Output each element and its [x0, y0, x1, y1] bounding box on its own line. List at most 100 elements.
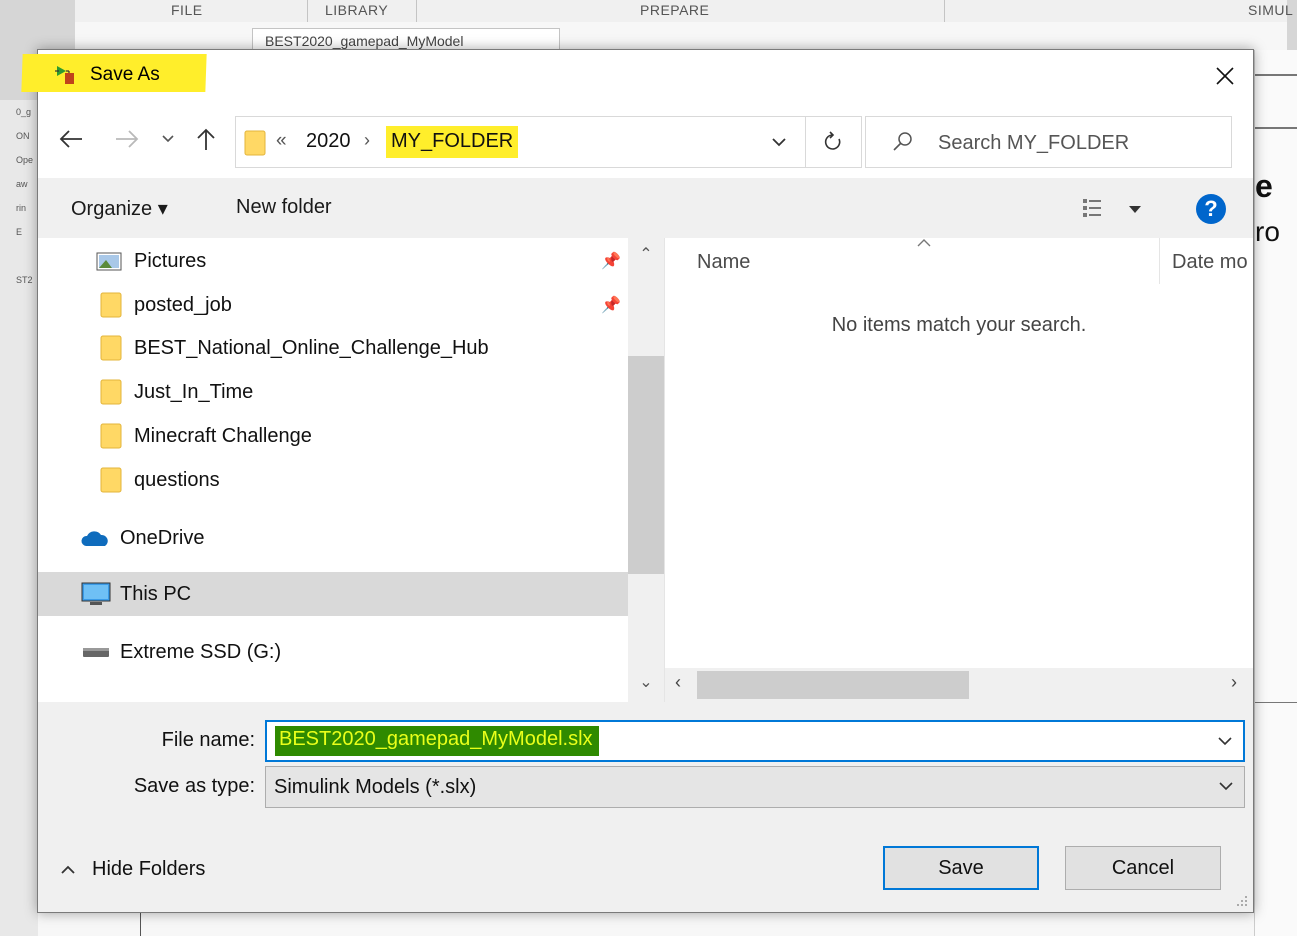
title-bar: Save As	[21, 50, 1253, 106]
pictures-icon	[96, 252, 122, 271]
bg-left-fragment: 0_g	[16, 107, 32, 117]
column-separator[interactable]	[1159, 238, 1160, 284]
column-name[interactable]: Name	[697, 251, 750, 274]
search-icon	[893, 132, 912, 151]
scroll-right-arrow-icon[interactable]: ›	[1231, 672, 1237, 693]
address-bar[interactable]: « 2020 › MY_FOLDER	[235, 116, 806, 168]
save-as-dialog: Save As « 2020 › MY_FOLDER Search MY_FOL…	[21, 49, 1254, 913]
bg-text-fragment: ro	[1255, 216, 1280, 247]
up-button[interactable]	[191, 124, 221, 154]
navigation-row: « 2020 › MY_FOLDER	[38, 106, 1253, 178]
save-type-dropdown[interactable]	[1208, 767, 1244, 805]
sort-ascending-icon	[917, 239, 931, 247]
folder-icon	[244, 130, 266, 156]
nav-pane-scrollbar[interactable]: ⌃ ⌄	[628, 238, 664, 702]
cancel-button[interactable]: Cancel	[1065, 846, 1221, 890]
breadcrumb-separator[interactable]: ›	[364, 130, 370, 151]
scroll-up-arrow-icon[interactable]: ⌃	[628, 244, 664, 274]
bg-rule	[1255, 74, 1297, 76]
nav-item-posted-job[interactable]: posted_job 📌	[38, 283, 628, 327]
bg-left-fragment: ON	[16, 131, 30, 141]
forward-button[interactable]	[112, 124, 142, 154]
chevron-down-icon	[162, 135, 174, 143]
save-type-value: Simulink Models (*.slx)	[274, 776, 477, 798]
overflow-crumbs[interactable]: «	[276, 130, 287, 152]
bg-left-fragment: rin	[16, 203, 27, 213]
save-button[interactable]: Save	[883, 846, 1039, 890]
view-list-icon	[1083, 199, 1141, 217]
drive-icon	[83, 648, 109, 657]
hide-folders-button[interactable]: Hide Folders	[60, 858, 205, 881]
resize-grip-icon[interactable]	[1235, 894, 1249, 908]
file-name-value[interactable]: BEST2020_gamepad_MyModel.slx	[279, 728, 593, 751]
close-icon	[1216, 67, 1234, 85]
bg-ribbon-tab-prepare[interactable]: PREPARE	[640, 2, 709, 18]
bg-left-panel: 0_g ON Ope aw rin E ST2	[0, 100, 39, 936]
nav-item-minecraft-challenge[interactable]: Minecraft Challenge	[38, 414, 628, 458]
chevron-down-icon	[1218, 737, 1232, 746]
nav-item-best-national[interactable]: BEST_National_Online_Challenge_Hub	[38, 326, 628, 370]
save-type-row: Save as type: Simulink Models (*.slx)	[38, 766, 1253, 808]
bg-ribbon-tab-simul[interactable]: SIMUL	[1248, 2, 1293, 18]
forward-arrow-icon	[116, 130, 139, 148]
help-icon[interactable]: ?	[1196, 194, 1226, 224]
file-list-pane[interactable]: Name Date mo No items match your search.…	[665, 238, 1253, 702]
bg-ribbon: FILE LIBRARY PREPARE SIMUL	[75, 0, 1293, 23]
nav-item-label: Minecraft Challenge	[134, 424, 312, 447]
bg-ribbon-tab-file[interactable]: FILE	[171, 2, 203, 18]
nav-item-this-pc[interactable]: This PC	[38, 572, 628, 616]
save-type-select[interactable]: Simulink Models (*.slx)	[265, 766, 1245, 808]
pin-icon: 📌	[601, 253, 621, 270]
nav-item-label: Extreme SSD (G:)	[120, 640, 282, 663]
change-view-button[interactable]	[1081, 196, 1149, 224]
nav-item-label: This PC	[120, 582, 192, 605]
nav-item-extreme-ssd[interactable]: Extreme SSD (G:)	[38, 630, 628, 674]
file-name-row: File name: BEST2020_gamepad_MyModel.slx	[38, 720, 1253, 762]
bg-right-panel: e ro	[1254, 50, 1297, 936]
file-list-hscrollbar[interactable]: ‹ ›	[665, 668, 1253, 702]
nav-item-questions[interactable]: questions	[38, 458, 628, 502]
bg-left-fragment: ST2	[16, 275, 33, 285]
folder-icon	[100, 335, 122, 361]
scroll-down-arrow-icon[interactable]: ⌄	[628, 672, 664, 702]
scroll-left-arrow-icon[interactable]: ‹	[675, 672, 681, 693]
pin-icon: 📌	[601, 297, 621, 314]
command-bar: Organize ▾ New folder ?	[38, 178, 1253, 238]
chevron-down-icon	[772, 138, 786, 147]
back-button[interactable]	[56, 124, 86, 154]
breadcrumb-my-folder[interactable]: MY_FOLDER	[391, 130, 513, 153]
organize-button[interactable]: Organize ▾	[71, 196, 168, 221]
column-date-modified[interactable]: Date mo	[1172, 251, 1248, 274]
address-dropdown-button[interactable]	[753, 117, 805, 167]
this-pc-icon	[81, 582, 111, 605]
dialog-title: Save As	[90, 64, 160, 85]
bg-rule	[1255, 702, 1297, 703]
nav-item-label: OneDrive	[120, 526, 205, 549]
scroll-thumb[interactable]	[697, 671, 969, 699]
search-box[interactable]	[865, 116, 1232, 168]
search-input[interactable]	[936, 125, 1220, 161]
close-button[interactable]	[1197, 50, 1253, 102]
bg-heading-fragment: e	[1255, 168, 1273, 204]
column-header: Name Date mo	[665, 238, 1253, 288]
chevron-down-icon	[1219, 782, 1233, 791]
recent-locations-button[interactable]	[156, 124, 180, 154]
save-type-label: Save as type:	[133, 775, 255, 797]
scroll-thumb[interactable]	[628, 356, 664, 574]
folder-icon	[100, 292, 122, 318]
bg-left-fragment: aw	[16, 179, 28, 189]
refresh-button[interactable]	[806, 116, 862, 168]
nav-item-label: BEST_National_Online_Challenge_Hub	[134, 336, 489, 359]
file-name-field[interactable]: BEST2020_gamepad_MyModel.slx	[265, 720, 1245, 762]
onedrive-icon	[81, 531, 108, 546]
bg-ribbon-tab-library[interactable]: LIBRARY	[325, 2, 388, 18]
file-name-dropdown[interactable]	[1207, 722, 1243, 760]
new-folder-button[interactable]: New folder	[236, 196, 332, 219]
nav-item-just-in-time[interactable]: Just_In_Time	[38, 370, 628, 414]
nav-item-onedrive[interactable]: OneDrive	[38, 516, 628, 560]
file-name-label: File name:	[161, 729, 255, 751]
nav-item-pictures[interactable]: Pictures 📌	[38, 239, 628, 283]
bg-left-fragment	[0, 244, 38, 268]
breadcrumb-2020[interactable]: 2020	[306, 130, 351, 153]
folder-icon	[100, 423, 122, 449]
